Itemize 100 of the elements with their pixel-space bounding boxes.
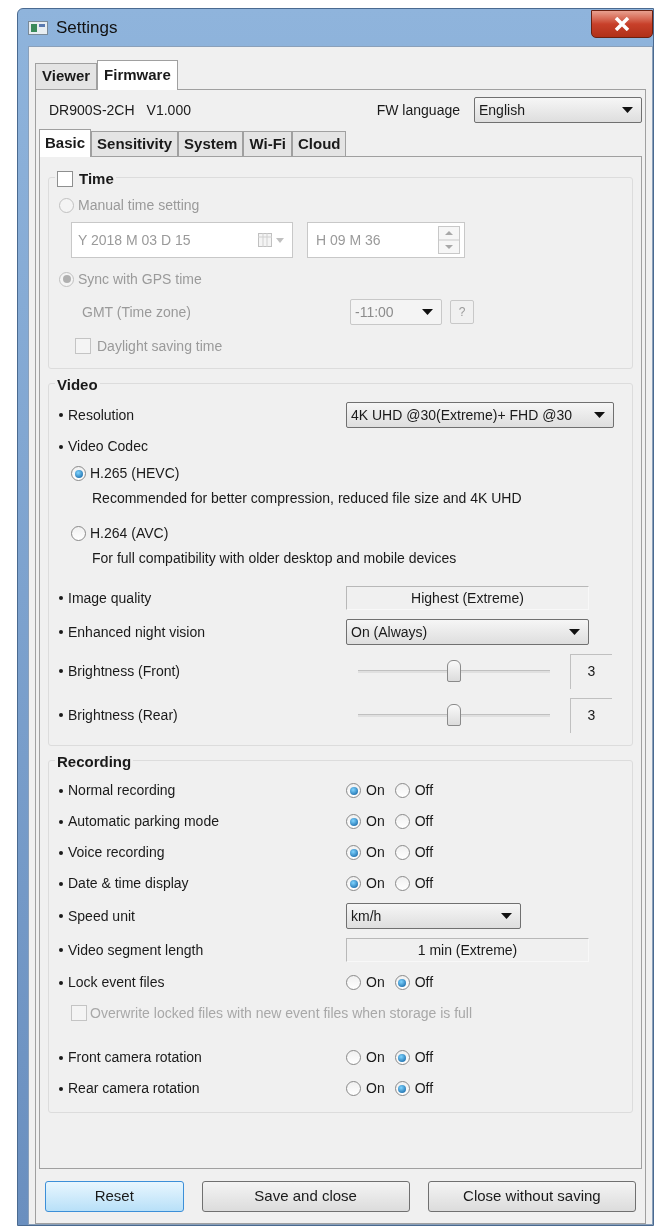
tab[interactable]: Wi-Fi bbox=[243, 131, 292, 156]
radio-option[interactable]: Off bbox=[394, 873, 434, 894]
value-display: 3 bbox=[570, 697, 612, 733]
radio-button[interactable] bbox=[394, 783, 410, 798]
setting-label: Video segment length bbox=[68, 940, 204, 960]
radio-option[interactable]: On bbox=[346, 1078, 385, 1099]
tab[interactable]: Basic bbox=[39, 129, 92, 157]
radio-option[interactable]: On bbox=[346, 780, 385, 801]
setting-label: Date & time display bbox=[68, 874, 189, 893]
bullet-icon bbox=[59, 881, 63, 886]
slider-thumb[interactable] bbox=[447, 659, 461, 682]
radio-button[interactable] bbox=[59, 271, 74, 287]
setting-label: Brightness (Front) bbox=[68, 661, 181, 681]
radio-button[interactable] bbox=[394, 1050, 410, 1065]
radio-button[interactable] bbox=[346, 876, 361, 891]
setting-label: Automatic parking mode bbox=[68, 812, 219, 831]
app-icon bbox=[28, 20, 48, 35]
spinner-icon bbox=[438, 226, 460, 254]
checkbox[interactable] bbox=[57, 171, 73, 188]
caret-icon bbox=[501, 913, 512, 919]
radio-button[interactable] bbox=[394, 1081, 410, 1096]
radio-button[interactable] bbox=[71, 466, 86, 481]
firmware-version: V1.000 bbox=[146, 100, 191, 120]
bullet-icon bbox=[59, 819, 63, 824]
dropdown[interactable]: On (Always) bbox=[346, 619, 589, 645]
bullet-icon bbox=[59, 713, 63, 717]
dialog-button[interactable]: Reset bbox=[45, 1180, 184, 1212]
radio-option[interactable]: Off bbox=[394, 811, 434, 832]
bullet-icon bbox=[59, 788, 63, 793]
radio-option[interactable]: On bbox=[346, 972, 385, 993]
setting-label: Rear camera rotation bbox=[68, 1079, 200, 1098]
bullet-icon bbox=[59, 444, 63, 449]
tab[interactable]: Sensitivity bbox=[91, 131, 179, 156]
slider-thumb[interactable] bbox=[447, 703, 461, 726]
caret-icon bbox=[594, 412, 605, 418]
caret-icon bbox=[622, 107, 633, 113]
setting-label: Normal recording bbox=[68, 781, 176, 800]
caret-icon bbox=[422, 309, 433, 315]
group-title: Video bbox=[57, 375, 98, 395]
radio-button[interactable] bbox=[346, 845, 361, 860]
close-button[interactable] bbox=[591, 9, 653, 38]
setting-label: Brightness (Rear) bbox=[68, 705, 178, 725]
radio-option[interactable]: Off bbox=[394, 1078, 434, 1099]
radio-button[interactable] bbox=[394, 814, 410, 829]
bullet-icon bbox=[59, 948, 63, 952]
bullet-icon bbox=[59, 850, 63, 855]
dialog-button[interactable]: Close without saving bbox=[427, 1180, 636, 1212]
dropdown[interactable]: km/h bbox=[346, 903, 521, 929]
radio-option[interactable]: On bbox=[346, 873, 385, 894]
radio-option[interactable]: On bbox=[346, 842, 385, 863]
close-icon bbox=[614, 16, 630, 31]
radio-button[interactable] bbox=[346, 814, 361, 829]
option-description: For full compatibility with older desktop and mobile devices bbox=[92, 549, 458, 568]
radio-option[interactable]: Off bbox=[394, 1047, 434, 1068]
bullet-icon bbox=[59, 630, 63, 634]
setting-label: Speed unit bbox=[68, 906, 135, 926]
radio-option[interactable]: On bbox=[346, 1047, 385, 1068]
timezone-label: GMT (Time zone) bbox=[82, 302, 192, 322]
radio-button[interactable] bbox=[71, 526, 86, 541]
setting-label: Front camera rotation bbox=[68, 1048, 202, 1067]
radio-button[interactable] bbox=[346, 1050, 361, 1065]
group-title: Time bbox=[79, 169, 114, 189]
dropdown[interactable]: 4K UHD @30(Extreme)+ FHD @30 bbox=[346, 402, 614, 428]
dialog-button[interactable]: Save and close bbox=[201, 1180, 410, 1212]
bullet-icon bbox=[59, 1086, 63, 1091]
radio-button[interactable] bbox=[394, 845, 410, 860]
bullet-icon bbox=[59, 669, 63, 673]
language-label: FW language bbox=[376, 100, 460, 120]
radio-option[interactable]: Off bbox=[394, 842, 434, 863]
dropdown[interactable]: English bbox=[474, 97, 642, 123]
checkbox[interactable] bbox=[75, 338, 91, 354]
radio-button[interactable] bbox=[59, 197, 74, 213]
value-display: 3 bbox=[570, 653, 612, 689]
bullet-icon bbox=[59, 914, 63, 918]
value-display: Highest (Extreme) bbox=[346, 586, 589, 610]
setting-label: Lock event files bbox=[68, 973, 165, 992]
bullet-icon bbox=[59, 980, 63, 985]
radio-option[interactable]: Off bbox=[394, 780, 434, 801]
setting-label: Enhanced night vision bbox=[68, 622, 205, 642]
tab[interactable]: Viewer bbox=[35, 63, 98, 89]
radio-button[interactable] bbox=[346, 1081, 361, 1096]
radio-button[interactable] bbox=[394, 876, 410, 891]
tab[interactable]: Firmware bbox=[97, 60, 178, 90]
group-title: Recording bbox=[57, 752, 132, 772]
tab[interactable]: System bbox=[178, 131, 244, 156]
bullet-icon bbox=[59, 413, 63, 417]
radio-option[interactable]: On bbox=[346, 811, 385, 832]
setting-label: Video Codec bbox=[68, 437, 148, 456]
radio-option[interactable]: Off bbox=[394, 972, 434, 993]
radio-option[interactable]: H.265 (HEVC) bbox=[71, 463, 622, 484]
model-name: DR900S-2CH bbox=[49, 100, 135, 120]
radio-button[interactable] bbox=[346, 975, 361, 990]
radio-button[interactable] bbox=[346, 783, 361, 798]
radio-button[interactable] bbox=[394, 975, 410, 990]
calendar-icon bbox=[258, 233, 286, 247]
bullet-icon bbox=[59, 1055, 63, 1060]
radio-option[interactable]: H.264 (AVC) bbox=[71, 523, 622, 544]
caret-icon bbox=[569, 629, 580, 635]
tab[interactable]: Cloud bbox=[291, 131, 347, 156]
option-description: Recommended for better compression, reduced file size and 4K UHD bbox=[92, 489, 523, 508]
